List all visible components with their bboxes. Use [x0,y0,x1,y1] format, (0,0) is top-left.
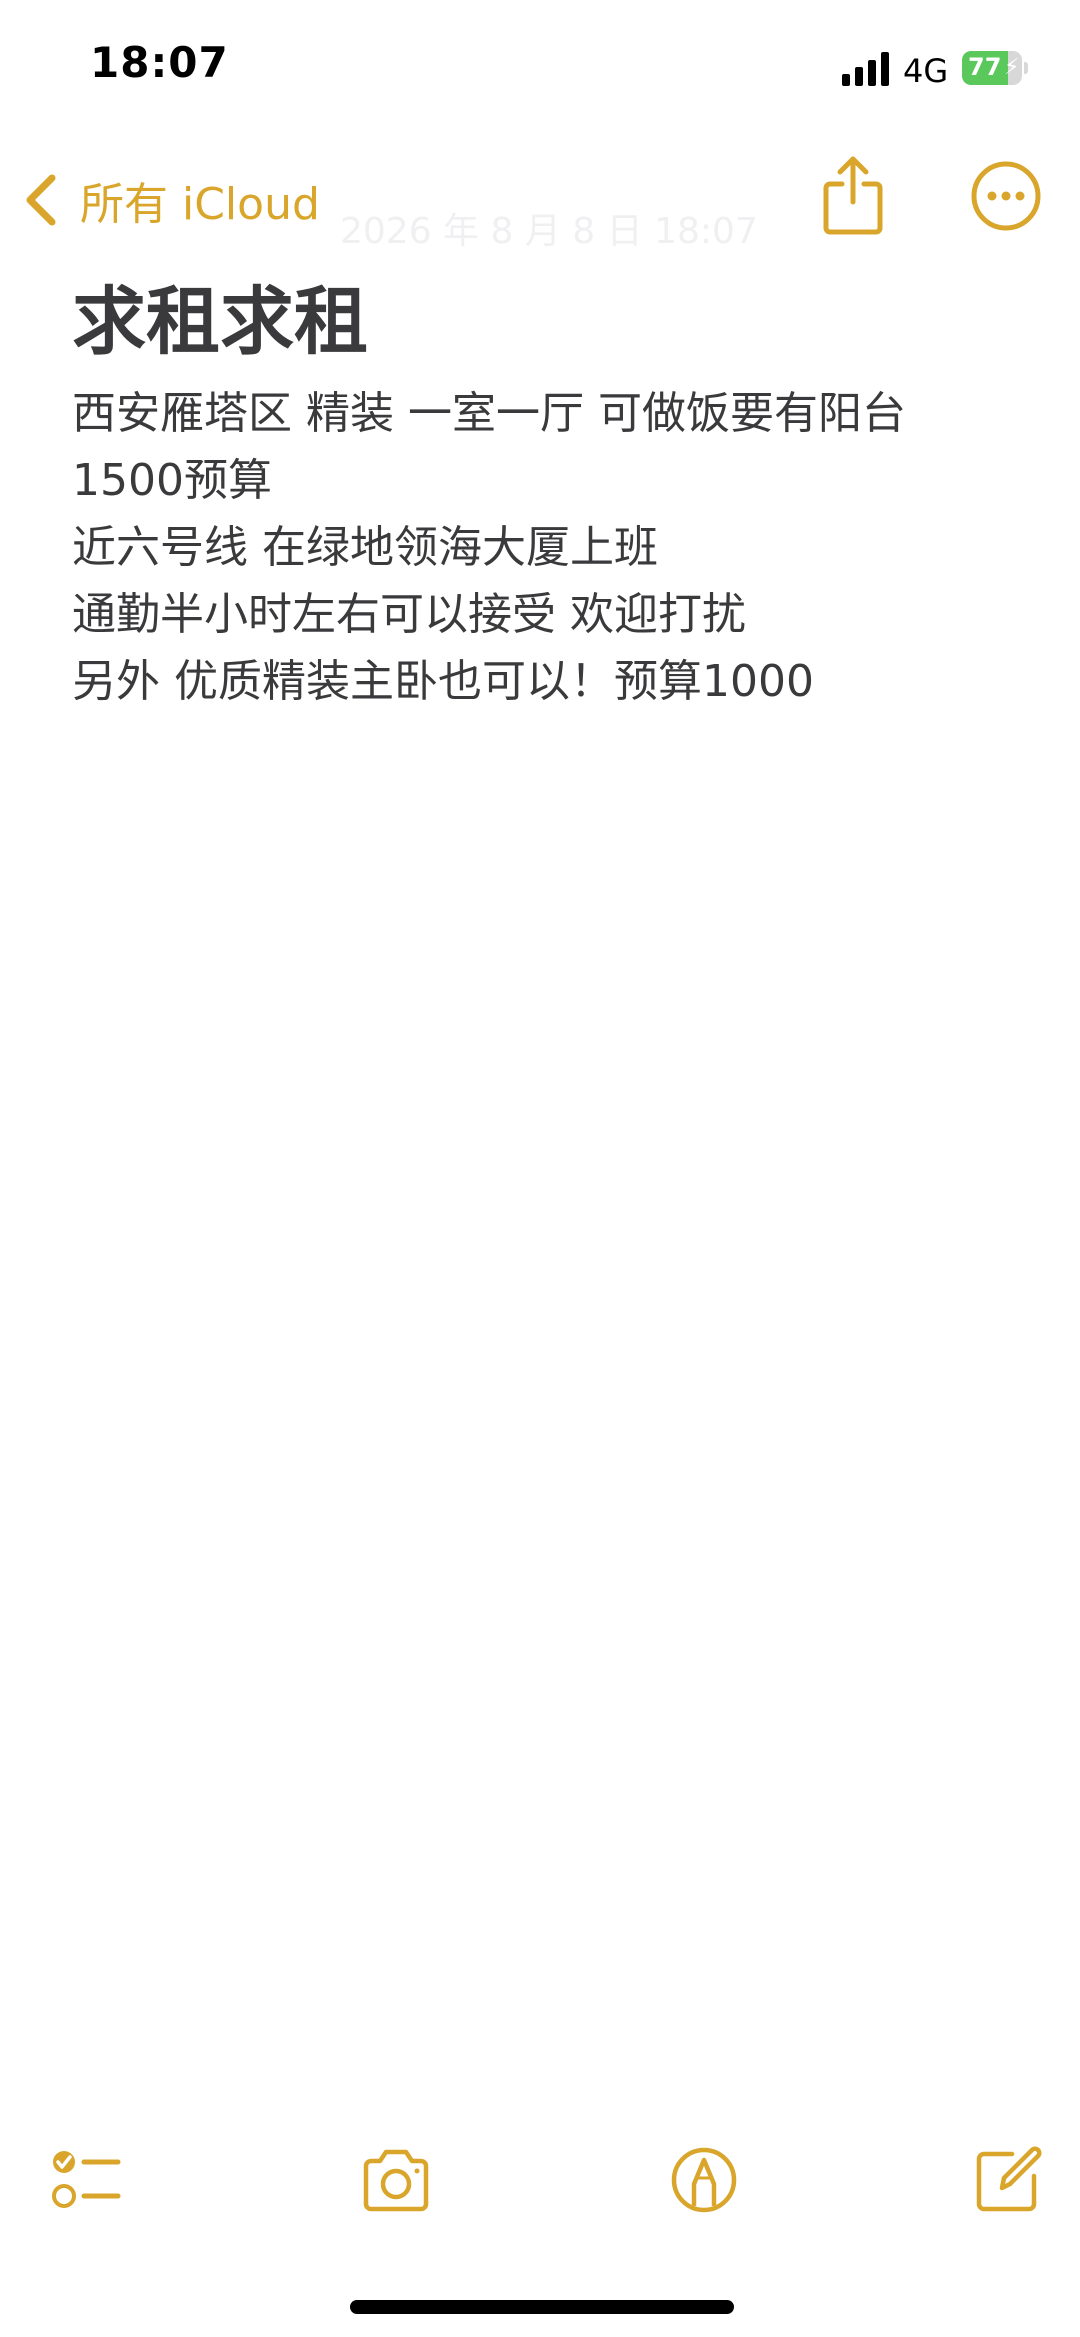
note-line: 1500预算 [72,455,272,506]
status-time: 18:07 [90,38,229,87]
note-line: 另外 优质精装主卧也可以！预算1000 [72,656,814,707]
camera-icon[interactable] [356,2140,436,2220]
status-bar: 18:07 4G 77 ⚡ [0,0,1080,110]
back-button[interactable]: 所有 iCloud [22,160,320,240]
note-line: 西安雁塔区 精装 一室一厅 可做饭要有阳台 [72,388,906,439]
battery-level-label: 77 [968,53,1002,81]
battery-indicator: 77 ⚡ [962,51,1028,85]
cellular-signal-icon [842,52,889,86]
note-body[interactable]: 西安雁塔区 精装 一室一厅 可做饭要有阳台 1500预算 近六号线 在绿地领海大… [72,380,1032,715]
bottom-toolbar [0,2140,1080,2240]
note-line: 通勤半小时左右可以接受 欢迎打扰 [72,589,746,640]
note-title[interactable]: 求租求租 [72,272,368,372]
checklist-icon[interactable] [46,2140,126,2220]
back-button-label: 所有 iCloud [80,179,320,230]
home-indicator[interactable] [350,2300,734,2314]
charging-bolt-icon: ⚡ [1004,55,1020,80]
chevron-left-icon [26,174,56,226]
navigation-bar: 所有 iCloud 2026 年 8 月 8 日 18:07 [0,140,1080,260]
markup-pen-icon[interactable] [664,2140,744,2220]
compose-icon[interactable] [968,2140,1048,2220]
share-icon[interactable] [818,150,888,240]
note-line: 近六号线 在绿地领海大厦上班 [72,522,658,573]
ellipsis-circle-icon[interactable] [970,160,1042,232]
note-date: 2026 年 8 月 8 日 18:07 [340,211,758,252]
network-type-label: 4G [903,52,949,90]
